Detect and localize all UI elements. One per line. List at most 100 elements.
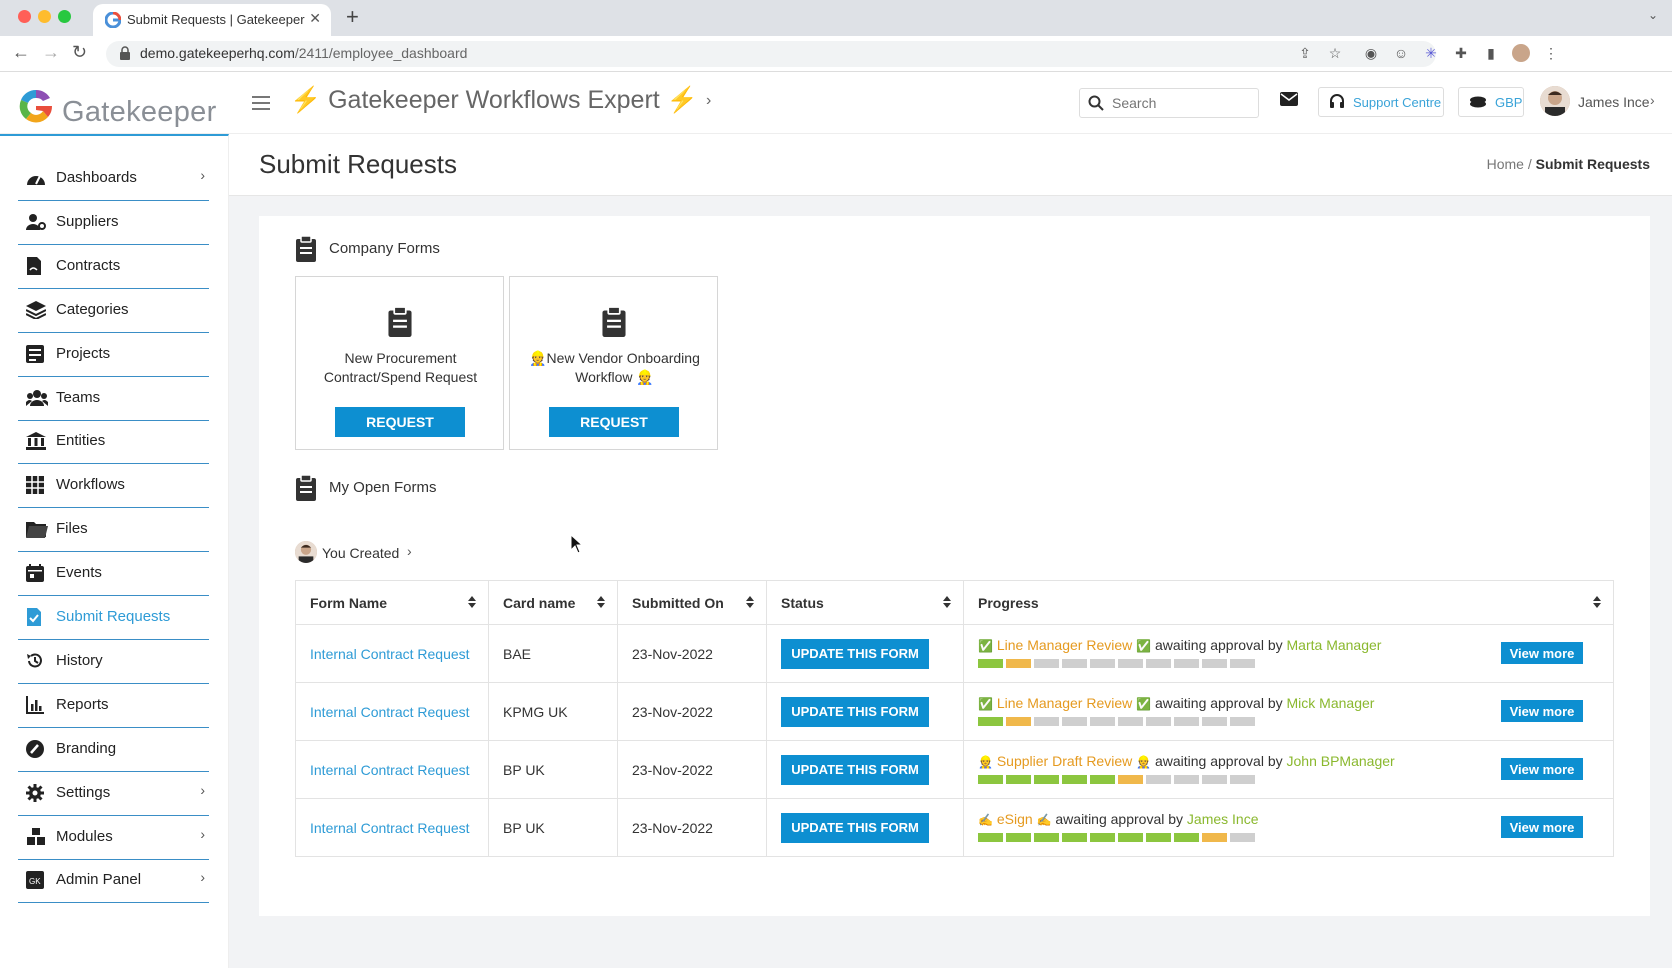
open-forms-title: My Open Forms — [329, 479, 437, 496]
update-form-button[interactable]: UPDATE THIS FORM — [781, 812, 929, 843]
approver-name: John BPManager — [1286, 753, 1395, 769]
palette-icon — [26, 739, 46, 758]
gauge-icon — [26, 169, 46, 187]
calendar-icon — [26, 564, 46, 583]
chevron-right-icon[interactable]: › — [1650, 92, 1655, 108]
tab-search-chevron-icon[interactable]: ⌄ — [1648, 8, 1658, 22]
update-form-button[interactable]: UPDATE THIS FORM — [781, 754, 929, 785]
card-name-cell: BP UK — [488, 740, 618, 799]
sidebar-item-history[interactable]: History — [18, 638, 209, 684]
sidebar-item-events[interactable]: Events — [18, 550, 209, 597]
side-panel-icon[interactable]: ▮ — [1482, 44, 1500, 62]
browser-menu-icon[interactable]: ⋮ — [1542, 44, 1560, 62]
layers-icon — [25, 300, 47, 320]
user-name[interactable]: James Ince — [1578, 94, 1650, 110]
search-input[interactable] — [1110, 94, 1250, 112]
sidebar-item-label: Dashboards — [56, 169, 137, 186]
request-button[interactable]: REQUEST — [549, 407, 679, 437]
camera-icon[interactable]: ◉ — [1362, 44, 1380, 62]
sidebar-item-submit-requests[interactable]: Submit Requests — [18, 594, 209, 640]
currency-selector[interactable]: GBP — [1458, 87, 1524, 117]
hamburger-menu-icon[interactable] — [252, 96, 270, 110]
progress-segment — [1202, 717, 1227, 726]
you-created-label: You Created — [322, 545, 400, 561]
content-panel: Company Forms New Procurement Contract/Sp… — [259, 216, 1650, 916]
support-centre-label: Support Centre — [1353, 95, 1442, 110]
sidebar-item-files[interactable]: Files — [18, 506, 209, 553]
breadcrumb-home[interactable]: Home — [1487, 156, 1524, 172]
extension-face-icon[interactable]: ☺ — [1392, 44, 1410, 62]
maximize-window-button[interactable] — [58, 10, 71, 23]
support-centre-button[interactable]: Support Centre — [1318, 87, 1444, 117]
sidebar-item-teams[interactable]: Teams — [18, 375, 209, 421]
search-box[interactable] — [1079, 88, 1259, 118]
column-header-card-name[interactable]: Card name — [488, 580, 618, 625]
sidebar-item-reports[interactable]: Reports — [18, 682, 209, 728]
view-more-button[interactable]: View more — [1501, 758, 1583, 780]
stage-name: Line Manager Review — [996, 695, 1133, 711]
close-tab-icon[interactable]: ✕ — [309, 10, 321, 27]
extensions-puzzle-icon[interactable]: ✚ — [1452, 44, 1470, 62]
sidebar-item-entities[interactable]: Entities — [18, 418, 209, 465]
form-name-link[interactable]: Internal Contract Request — [295, 682, 489, 741]
form-name-link[interactable]: Internal Contract Request — [295, 624, 489, 683]
back-arrow-icon[interactable]: ← — [12, 42, 30, 63]
column-header-submitted-on[interactable]: Submitted On — [617, 580, 767, 625]
minimize-window-button[interactable] — [38, 10, 51, 23]
sidebar-item-categories[interactable]: Categories — [18, 287, 209, 333]
card-name-cell: BP UK — [488, 798, 618, 857]
sidebar-item-branding[interactable]: Branding — [18, 726, 209, 772]
stage-prefix-icon: ✍ — [978, 813, 993, 827]
column-header-progress[interactable]: Progress — [963, 580, 1614, 625]
progress-segment — [1174, 775, 1199, 784]
stage-suffix-icon: ✍ — [1036, 813, 1052, 827]
url-text: demo.gatekeeperhq.com/2411/employee_dash… — [140, 45, 468, 61]
view-more-button[interactable]: View more — [1501, 700, 1583, 722]
progress-segment — [1090, 717, 1115, 726]
profile-avatar-icon[interactable] — [1512, 44, 1530, 62]
chevron-right-icon[interactable]: › — [706, 92, 711, 110]
user-avatar[interactable] — [1540, 86, 1570, 116]
share-icon[interactable]: ⇪ — [1296, 44, 1314, 62]
approver-name: James Ince — [1186, 811, 1259, 827]
submitted-on-cell: 23-Nov-2022 — [617, 682, 767, 741]
extension-badge-icon[interactable]: ✳ — [1422, 44, 1440, 62]
update-form-button[interactable]: UPDATE THIS FORM — [781, 638, 929, 669]
table-row: Internal Contract Request BAE 23-Nov-2022 U… — [295, 624, 1614, 683]
sidebar-item-label: Workflows — [56, 476, 125, 494]
user-cog-icon — [26, 213, 46, 231]
sidebar-item-modules[interactable]: Modules › — [18, 814, 209, 860]
view-more-button[interactable]: View more — [1501, 642, 1583, 664]
form-name-link[interactable]: Internal Contract Request — [295, 740, 489, 799]
new-tab-icon[interactable]: + — [346, 4, 359, 30]
bookmark-star-icon[interactable]: ☆ — [1326, 44, 1344, 62]
progress-segment — [1090, 775, 1115, 784]
sidebar-item-workflows[interactable]: Workflows — [18, 462, 209, 509]
sidebar-item-label: History — [56, 651, 103, 669]
progress-status-text: ✍ eSign ✍ awaiting approval by James Inc… — [978, 811, 1259, 827]
update-form-button[interactable]: UPDATE THIS FORM — [781, 696, 929, 727]
sidebar-item-settings[interactable]: Settings › — [18, 770, 209, 816]
forward-arrow-icon[interactable]: → — [42, 42, 60, 63]
workspace-switcher[interactable]: ⚡ Gatekeeper Workflows Expert ⚡ — [290, 86, 698, 115]
browser-tab[interactable]: Submit Requests | Gatekeeper ✕ — [93, 4, 331, 36]
sidebar-item-suppliers[interactable]: Suppliers — [18, 199, 209, 245]
progress-segment — [1174, 833, 1199, 842]
column-header-status[interactable]: Status — [766, 580, 964, 625]
browser-tab-title: Submit Requests | Gatekeeper — [127, 12, 305, 27]
form-name-link[interactable]: Internal Contract Request — [295, 798, 489, 857]
close-window-button[interactable] — [18, 10, 31, 23]
browser-tab-bar: Submit Requests | Gatekeeper ✕ + ⌄ — [0, 0, 1672, 36]
user-photo-icon — [295, 541, 317, 563]
view-more-button[interactable]: View more — [1501, 816, 1583, 838]
sidebar-item-dashboards[interactable]: Dashboards › — [18, 155, 209, 201]
reload-icon[interactable]: ↻ — [72, 42, 87, 63]
sidebar-item-contracts[interactable]: Contracts — [18, 243, 209, 289]
address-bar[interactable]: demo.gatekeeperhq.com/2411/employee_dash… — [106, 41, 1436, 67]
mail-icon[interactable] — [1280, 92, 1298, 106]
request-button[interactable]: REQUEST — [335, 407, 465, 437]
stage-name: eSign — [996, 811, 1033, 827]
sidebar-item-projects[interactable]: Projects — [18, 331, 209, 377]
column-header-form-name[interactable]: Form Name — [295, 580, 489, 625]
sidebar-item-admin-panel[interactable]: GK Admin Panel › — [18, 857, 209, 904]
